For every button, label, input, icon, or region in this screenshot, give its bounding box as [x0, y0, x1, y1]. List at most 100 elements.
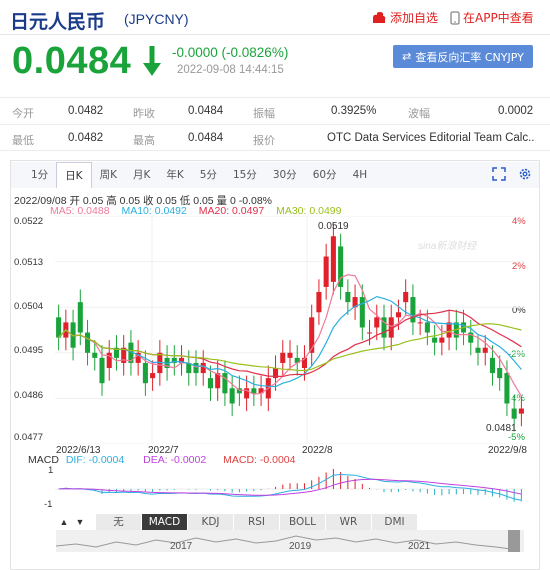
current-price: 0.0484	[12, 40, 132, 82]
indicator-rsi[interactable]: RSI	[234, 514, 280, 530]
candle	[280, 352, 286, 363]
tab-1min[interactable]: 1分	[23, 162, 56, 188]
add-watch-label: 添加自选	[390, 11, 439, 25]
candle	[92, 352, 98, 358]
tab-daily-k[interactable]: 日K	[56, 162, 92, 188]
macd-tick: -1	[44, 499, 53, 510]
indicator-boll[interactable]: BOLL	[280, 514, 326, 530]
stat-value: 0.0484	[188, 132, 224, 144]
page-title: 日元人民币	[10, 11, 106, 33]
candle	[432, 337, 438, 343]
tab-30min[interactable]: 30分	[265, 162, 305, 188]
stat-label: 振幅	[253, 107, 275, 120]
overview-year: 2017	[170, 541, 193, 552]
macd-chart	[55, 469, 525, 502]
fullscreen-icon[interactable]	[492, 167, 506, 181]
candle	[482, 347, 488, 353]
period-tabs: 1分 日K 周K 月K 年K 5分 15分 30分 60分 4H	[11, 162, 539, 188]
stat-value: 0.0002	[498, 105, 534, 117]
x-tick: 2022/9/8	[488, 445, 527, 456]
nav-up-button[interactable]: ▲	[56, 514, 72, 530]
ma5-line	[58, 274, 522, 397]
stat-label: 波幅	[408, 107, 430, 120]
candle	[410, 297, 416, 323]
candle	[489, 357, 495, 374]
reverse-rate-button[interactable]: ⇄ 查看反向汇率 CNYJPY	[393, 45, 533, 68]
phone-icon	[450, 10, 460, 25]
price-change: -0.0000 (-0.0826%)	[172, 45, 289, 60]
candle	[504, 373, 510, 404]
y-tick: 0.0495	[14, 345, 44, 356]
candle	[200, 362, 206, 374]
stats-table: 今开 0.0482 昨收 0.0484 振幅 0.3925% 波幅 0.0002…	[0, 97, 550, 151]
indicator-none[interactable]: 无	[96, 514, 142, 530]
tab-60min[interactable]: 60分	[305, 162, 345, 188]
app-view-label: 在APP中查看	[463, 11, 534, 25]
candle	[446, 322, 452, 338]
swap-icon: ⇄	[402, 50, 412, 63]
tab-weekly-k[interactable]: 周K	[92, 162, 125, 188]
low-annotation: 0.0481	[486, 423, 517, 434]
stat-label: 最低	[12, 134, 34, 147]
candle	[316, 292, 322, 313]
y-tick: 0.0504	[14, 301, 44, 312]
stat-value: 0.0482	[68, 105, 104, 117]
chart-nav: ▲ ▼	[56, 514, 88, 530]
overview-year: 2021	[408, 541, 431, 552]
stat-value: 0.3925%	[331, 105, 377, 117]
candle	[323, 256, 329, 287]
candle	[193, 362, 199, 374]
tab-yearly-k[interactable]: 年K	[158, 162, 191, 188]
stat-value: 0.0484	[188, 105, 224, 117]
down-arrow-icon	[143, 46, 161, 76]
tab-15min[interactable]: 15分	[225, 162, 265, 188]
tab-5min[interactable]: 5分	[192, 162, 225, 188]
candle	[222, 373, 228, 394]
candle	[359, 297, 365, 328]
candle	[85, 332, 91, 353]
stat-label: 昨收	[133, 107, 155, 120]
candle	[497, 368, 503, 379]
stats-row: 今开 0.0482 昨收 0.0484 振幅 0.3925% 波幅 0.0002	[0, 97, 550, 124]
stat-label: 今开	[12, 107, 34, 120]
stat-label: 最高	[133, 134, 155, 147]
x-tick: 2022/8	[302, 445, 333, 456]
app-view-button[interactable]: 在APP中查看	[450, 9, 534, 26]
candle	[403, 292, 409, 303]
candle	[424, 322, 430, 333]
tab-monthly-k[interactable]: 月K	[125, 162, 158, 188]
candle	[395, 312, 401, 318]
candle	[77, 302, 83, 333]
candle	[330, 236, 336, 282]
watermark: sina新浪财经	[418, 241, 477, 252]
stat-value: 0.0482	[68, 132, 104, 144]
candle	[207, 378, 213, 389]
y-tick: 0.0513	[14, 257, 44, 268]
overview-year: 2019	[289, 541, 312, 552]
nav-down-button[interactable]: ▼	[72, 514, 88, 530]
indicator-kdj[interactable]: KDJ	[188, 514, 234, 530]
overview-handle	[508, 530, 520, 552]
indicator-macd[interactable]: MACD	[142, 514, 188, 530]
tab-4h[interactable]: 4H	[345, 162, 376, 188]
candle	[56, 317, 62, 338]
candle	[518, 408, 524, 414]
candle	[475, 347, 481, 353]
stats-row: 最低 0.0482 最高 0.0484 报价 OTC Data Services…	[0, 124, 550, 151]
candle	[309, 317, 315, 353]
indicator-tabs: 无 MACD KDJ RSI BOLL WR DMI	[96, 514, 418, 530]
candle	[287, 352, 293, 358]
candle	[511, 408, 517, 419]
add-watch-icon	[373, 12, 386, 23]
indicator-wr[interactable]: WR	[326, 514, 372, 530]
currency-code: (JPYCNY)	[124, 11, 189, 27]
quote-time: 2022-09-08 14:44:15	[177, 64, 284, 76]
high-annotation: 0.0519	[318, 221, 349, 232]
candle	[229, 388, 235, 404]
y-tick: 0.0522	[14, 216, 44, 227]
settings-icon[interactable]	[518, 167, 532, 181]
candle	[374, 317, 380, 328]
add-watch-button[interactable]: 添加自选	[371, 9, 438, 26]
candle	[367, 332, 373, 334]
indicator-dmi[interactable]: DMI	[372, 514, 418, 530]
